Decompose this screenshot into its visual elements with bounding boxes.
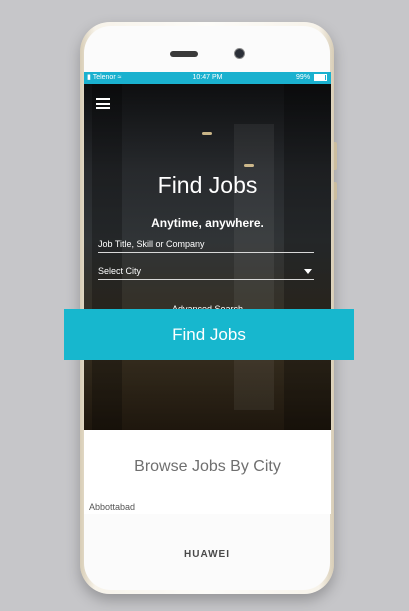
find-jobs-button[interactable]: Find Jobs [64, 309, 354, 360]
clock: 10:47 PM [192, 74, 223, 81]
front-camera [235, 49, 244, 58]
bg-light [244, 164, 254, 167]
brand-logo: HUAWEI [184, 549, 230, 560]
city-list-item[interactable]: Abbottabad [89, 502, 135, 512]
bg-pillar [284, 84, 331, 430]
bg-light [202, 132, 212, 135]
hero-subtitle: Anytime, anywhere. [151, 216, 264, 230]
battery-icon [314, 73, 327, 81]
speaker-grille [170, 51, 198, 57]
city-select-label: Select City [98, 266, 142, 276]
app-screen: ▮ Telenor ≈ 10:47 PM 99% Find Jobs Anyti… [84, 72, 331, 514]
battery-group: 99% [296, 72, 327, 84]
hero-banner: Find Jobs Anytime, anywhere. Job Title, … [84, 84, 331, 430]
bg-pillar [92, 84, 122, 430]
power-button [334, 182, 337, 200]
job-search-input[interactable]: Job Title, Skill or Company [98, 236, 314, 253]
volume-button [334, 142, 337, 170]
city-select[interactable]: Select City [98, 263, 314, 280]
chevron-down-icon [304, 269, 312, 274]
battery-label: 99% [296, 74, 311, 81]
menu-icon[interactable] [96, 98, 110, 109]
status-bar: ▮ Telenor ≈ 10:47 PM 99% [84, 72, 331, 84]
hero-title: Find Jobs [157, 172, 258, 198]
browse-title: Browse Jobs By City [134, 458, 281, 475]
